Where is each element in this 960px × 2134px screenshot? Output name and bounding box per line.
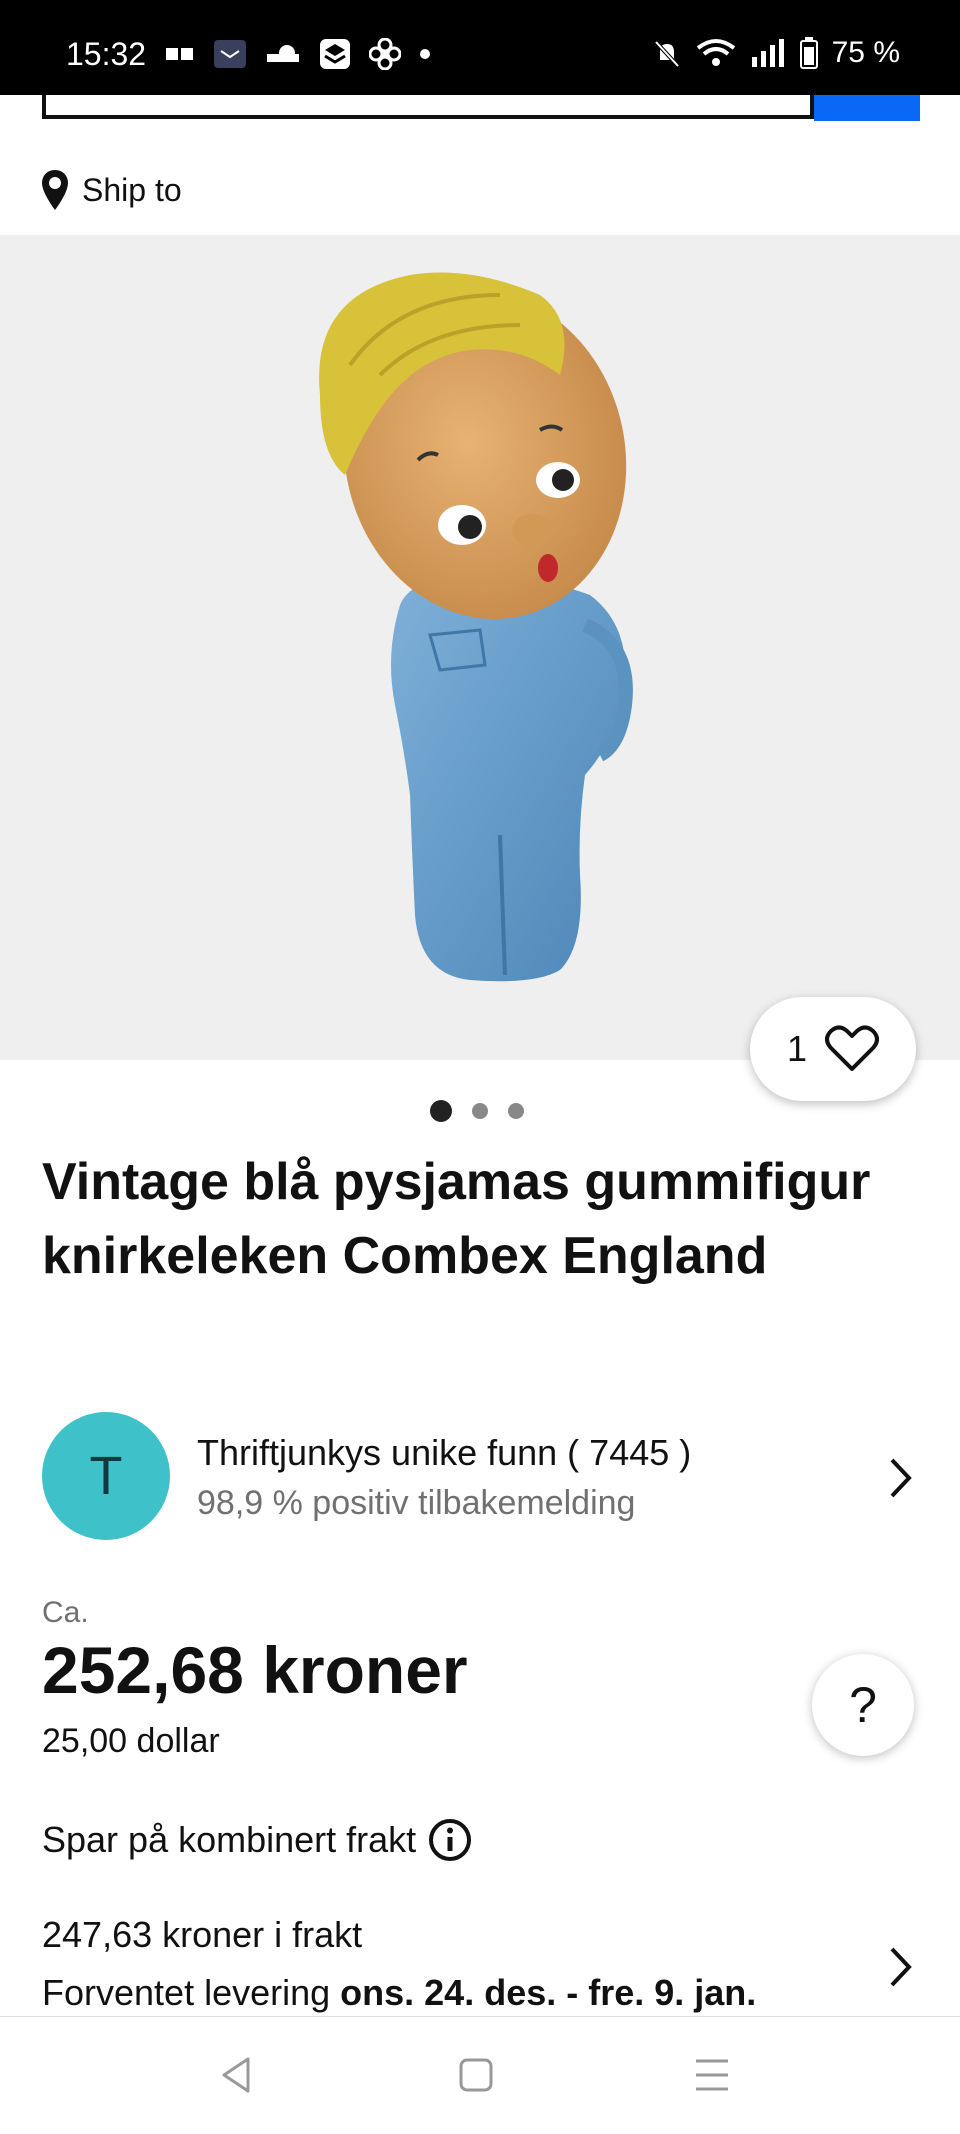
app-notification-icon: [166, 48, 193, 60]
status-bar: 15:32 75 %: [0, 0, 960, 95]
app-icon: [320, 39, 350, 69]
seller-name: Thriftjunkys unike funn ( 7445 ): [197, 1432, 692, 1473]
shipping-cost: 247,63 kroner i frakt: [42, 1914, 363, 1955]
help-button[interactable]: ?: [812, 1654, 914, 1756]
search-input[interactable]: [42, 95, 814, 119]
back-icon[interactable]: [218, 2055, 254, 2095]
pager-dot[interactable]: [430, 1100, 452, 1122]
pager-dot[interactable]: [472, 1103, 488, 1119]
location-pin-icon: [42, 170, 68, 210]
price-amount: 252,68 kroner: [42, 1633, 468, 1707]
listing-title: Vintage blå pysjamas gummifigur knirkele…: [42, 1153, 871, 1285]
watchlist-button[interactable]: 1: [750, 997, 916, 1101]
system-nav-bar: [0, 2016, 960, 2134]
ship-to-link[interactable]: Ship to: [40, 168, 182, 212]
image-pager[interactable]: [430, 1100, 524, 1122]
wifi-icon: [696, 39, 735, 66]
fan-icon: [369, 38, 401, 70]
battery-icon: [799, 37, 818, 69]
cloud-icon: [267, 45, 299, 62]
search-button[interactable]: [814, 95, 920, 121]
avatar-letter: T: [89, 1446, 123, 1506]
notification-icons: [165, 38, 431, 70]
combined-shipping-row[interactable]: Spar på kombinert frakt: [42, 1818, 472, 1862]
signal-icon: [751, 39, 784, 67]
seller-feedback: 98,9 % positiv tilbakemelding: [197, 1484, 636, 1522]
price-prefix: Ca.: [42, 1596, 89, 1629]
status-time: 15:32: [66, 36, 147, 72]
combined-shipping-label: Spar på kombinert frakt: [42, 1819, 417, 1860]
delivery-dates: ons. 24. des. - fre. 9. jan.: [340, 1972, 757, 2013]
pager-dot[interactable]: [508, 1103, 524, 1119]
product-image-gallery[interactable]: [0, 235, 960, 1060]
mail-notification-icon: [214, 40, 246, 68]
delivery-prefix: Forventet levering: [42, 1972, 331, 2013]
product-image: [319, 272, 633, 982]
system-icons: 75 %: [652, 36, 900, 70]
shipping-chevron-right-icon[interactable]: [887, 1945, 915, 1989]
heart-icon: [825, 1025, 880, 1071]
info-icon[interactable]: [428, 1818, 472, 1862]
more-dot-icon: [420, 49, 430, 59]
seller-avatar: T: [42, 1412, 170, 1540]
chevron-right-icon: [890, 1458, 912, 1498]
original-price: 25,00 dollar: [42, 1722, 220, 1760]
favorite-count: 1: [786, 1028, 808, 1069]
battery-level: 75 %: [831, 36, 900, 69]
seller-row[interactable]: T Thriftjunkys unike funn ( 7445 ) 98,9 …: [42, 1412, 922, 1542]
recents-icon[interactable]: [694, 2055, 730, 2095]
ship-to-label: Ship to: [82, 171, 182, 208]
delivery-estimate: Forventet levering ons. 24. des. - fre. …: [42, 1972, 756, 2014]
help-label: ?: [849, 1677, 877, 1733]
home-icon[interactable]: [458, 2055, 494, 2095]
mute-icon: [654, 40, 680, 68]
